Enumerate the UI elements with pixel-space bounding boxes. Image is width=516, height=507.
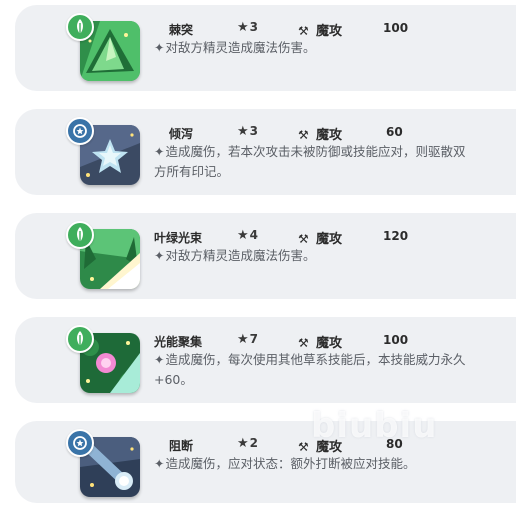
energy-cost: ★2: [237, 436, 259, 451]
sparkle-icon: ✦: [154, 40, 165, 55]
magic-wand-icon: ⚒: [298, 24, 309, 38]
normal-type-badge-icon: [66, 117, 94, 145]
magic-wand-icon: ⚒: [298, 232, 309, 246]
grass-type-badge-icon: [66, 325, 94, 353]
star-icon: ★: [237, 20, 249, 35]
skill-icon-wrapper: [66, 325, 144, 403]
skill-card[interactable]: 阻断 ★2 ⚒ 魔攻 80 ✦造成魔伤，应对状态：额外打断被应对技能。: [15, 421, 516, 503]
star-icon: ★: [237, 436, 249, 451]
star-icon: ★: [237, 124, 249, 139]
skill-power: 60: [386, 125, 403, 139]
sparkle-icon: ✦: [154, 352, 165, 367]
skill-card[interactable]: 光能聚集 ★7 ⚒ 魔攻 100 ✦造成魔伤，每次使用其他草系技能后，本技能威力永…: [15, 317, 516, 403]
magic-wand-icon: ⚒: [298, 128, 309, 142]
skill-name: 光能聚集: [154, 335, 203, 349]
skill-description: ✦造成魔伤，每次使用其他草系技能后，本技能威力永久+60。: [154, 352, 466, 387]
skill-icon-wrapper: [66, 13, 144, 91]
grass-type-badge-icon: [66, 13, 94, 41]
sparkle-icon: ✦: [154, 248, 165, 263]
energy-cost: ★4: [237, 228, 259, 243]
attack-type: ⚒ 魔攻: [298, 336, 343, 351]
magic-wand-icon: ⚒: [298, 440, 309, 454]
skill-power: 100: [383, 21, 409, 35]
attack-type: ⚒ 魔攻: [298, 128, 343, 143]
grass-type-badge-icon: [66, 221, 94, 249]
skill-power: 120: [383, 229, 409, 243]
sparkle-icon: ✦: [154, 144, 165, 159]
energy-cost: ★3: [237, 124, 259, 139]
skill-description: ✦造成魔伤，应对状态：额外打断被应对技能。: [154, 456, 416, 471]
skill-icon-wrapper: [66, 117, 144, 195]
skill-description: ✦造成魔伤，若本次攻击未被防御或技能应对，则驱散双方所有印记。: [154, 144, 466, 179]
skill-name: 棘突: [169, 23, 194, 37]
skill-card[interactable]: 倾泻 ★3 ⚒ 魔攻 60 ✦造成魔伤，若本次攻击未被防御或技能应对，则驱散双方所…: [15, 109, 516, 195]
skill-card[interactable]: 叶绿光束 ★4 ⚒ 魔攻 120 ✦对敌方精灵造成魔法伤害。: [15, 213, 516, 299]
skill-description: ✦对敌方精灵造成魔法伤害。: [154, 40, 316, 55]
skill-icon-wrapper: [66, 221, 144, 299]
sparkle-icon: ✦: [154, 456, 165, 471]
skill-power: 80: [386, 437, 403, 451]
skill-icon-wrapper: [66, 429, 144, 507]
normal-type-badge-icon: [66, 429, 94, 457]
skill-card[interactable]: 棘突 ★3 ⚒ 魔攻 100 ✦对敌方精灵造成魔法伤害。: [15, 5, 516, 91]
attack-type: ⚒ 魔攻: [298, 232, 343, 247]
skill-description: ✦对敌方精灵造成魔法伤害。: [154, 248, 316, 263]
star-icon: ★: [237, 228, 249, 243]
skill-power: 100: [383, 333, 409, 347]
attack-type: ⚒ 魔攻: [298, 24, 343, 39]
energy-cost: ★3: [237, 20, 259, 35]
skill-name: 阻断: [169, 439, 194, 453]
energy-cost: ★7: [237, 332, 259, 347]
magic-wand-icon: ⚒: [298, 336, 309, 350]
star-icon: ★: [237, 332, 249, 347]
skill-name: 叶绿光束: [154, 231, 203, 245]
skill-name: 倾泻: [169, 127, 194, 141]
attack-type: ⚒ 魔攻: [298, 440, 343, 455]
